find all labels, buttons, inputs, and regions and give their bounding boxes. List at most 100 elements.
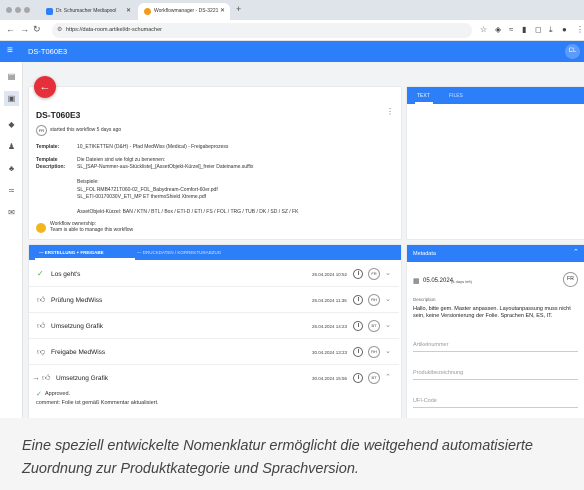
thumb-down-icon: 👎︎ <box>37 347 46 356</box>
produktbezeichnung-field[interactable]: Produktbezeichnung <box>413 370 578 380</box>
thumb-up-icon: 👍︎ <box>42 373 51 382</box>
step-row[interactable]: 👎︎ Freigabe MedWiss 30.04.2024 13:23 RH … <box>29 341 399 365</box>
window-dot[interactable] <box>15 7 21 13</box>
step-date: 30.04.2024 13:23 <box>312 350 348 355</box>
user-avatar[interactable]: CL <box>565 44 580 59</box>
group-icon[interactable]: ♣ <box>7 164 16 173</box>
forward-icon[interactable]: → <box>20 24 29 34</box>
back-icon[interactable]: ← <box>6 24 15 34</box>
shuffle-icon[interactable]: ≍ <box>7 186 16 195</box>
asset-codes: AssetObjekt-Kürzel: BAN / KTN / BTL / Bo… <box>77 209 299 215</box>
avatar: RH <box>368 346 380 358</box>
address-bar: ← → ↻ ⚙ https://data-room.artikel/dr-sch… <box>0 20 584 41</box>
browser-tab[interactable]: Dr. Schumacher Mediapool ✕ <box>40 3 136 20</box>
more-vert-icon[interactable]: ⋮ <box>386 107 394 116</box>
chevron-down-icon[interactable]: ⌄ <box>385 269 391 277</box>
browser-tab-bar: Dr. Schumacher Mediapool ✕ Workflowmanag… <box>0 0 584 20</box>
step-row-expanded[interactable]: → 👍︎ Umsetzung Grafik 30.04.2024 15:56 B… <box>29 367 399 391</box>
metadata-panel: Metadata ⌃ ▦ 05.05.2024 (4 days left) FR… <box>407 245 584 418</box>
step-row[interactable]: 👍︎ Prüfung MedWiss 25.04.2024 11:36 RH ⌄ <box>29 289 399 313</box>
example-line: SL_FOL RMB4721T060-02_FOL_Babydream-Comf… <box>77 187 218 193</box>
due-date: 05.05.2024 <box>423 278 454 284</box>
mail-icon[interactable]: ✉ <box>7 208 16 217</box>
url-text: https://data-room.artikel/dr-schumacher <box>66 27 162 33</box>
avatar: FR <box>368 268 380 280</box>
step-label: Prüfung MedWiss <box>51 297 103 304</box>
comment-status: Approved. <box>45 391 71 397</box>
workflow-steps-card: — ERSTELLUNG + FREIGABE — DRUCKDATEN / K… <box>29 245 401 418</box>
star-icon[interactable]: ☆ <box>480 25 487 34</box>
site-info-icon[interactable]: ⚙ <box>57 23 62 38</box>
step-row[interactable]: 👍︎ Umsetzung Grafik 26.04.2024 14:23 BT … <box>29 315 399 339</box>
reload-icon[interactable]: ↻ <box>33 24 41 35</box>
sidebar: ▤ ▣ ◆ ♟ ♣ ≍ ✉ <box>0 62 23 418</box>
menu-icon[interactable]: ≡ <box>7 45 13 56</box>
app-bar: ≡ DS-T060E3 CL <box>0 41 584 62</box>
person-icon[interactable]: ♟ <box>7 142 16 151</box>
extension-icon[interactable]: ▮ <box>522 25 526 34</box>
extension-icon[interactable]: ◈ <box>495 25 501 34</box>
step-label: Umsetzung Grafik <box>51 323 104 330</box>
ownership-text: Team is able to manage this workflow <box>50 227 134 233</box>
chevron-up-icon[interactable]: ⌃ <box>385 373 391 381</box>
thumb-up-icon: 👍︎ <box>37 295 46 304</box>
started-text: started this workflow 5 days ago <box>50 127 122 133</box>
text-files-panel: TEXT FILES <box>407 87 584 239</box>
tab-favicon-icon <box>46 8 53 15</box>
thumb-up-icon: 👍︎ <box>37 321 46 330</box>
clock-icon <box>353 321 363 331</box>
chevron-down-icon[interactable]: ⌄ <box>385 321 391 329</box>
artikelnummer-field[interactable]: Artikelnummer <box>413 342 578 352</box>
download-icon[interactable]: ⤓ <box>549 25 553 35</box>
tab-files[interactable]: FILES <box>449 93 463 99</box>
clock-icon <box>353 347 363 357</box>
browser-tab-active[interactable]: Workflowmanager - DS-3221 ✕ <box>138 3 230 20</box>
example-line: SL_ETI-00170030V_ETI_MP ET thermoShield … <box>77 194 207 200</box>
tab-text[interactable]: TEXT <box>417 93 430 99</box>
avatar: FR <box>36 125 47 136</box>
chevron-down-icon[interactable]: ⌄ <box>385 347 391 355</box>
browser-window: Dr. Schumacher Mediapool ✕ Workflowmanag… <box>0 0 584 418</box>
workflow-title: DS-T060E3 <box>36 110 81 120</box>
avatar: FR <box>563 272 578 287</box>
step-date: 25.04.2024 10:52 <box>312 272 348 277</box>
step-row[interactable]: ✓ Los geht's 25.04.2024 10:52 FR ⌄ <box>29 263 399 287</box>
metadata-header[interactable]: Metadata ⌃ <box>407 245 584 262</box>
chevron-up-icon[interactable]: ⌃ <box>573 248 579 256</box>
layers-icon[interactable]: ◆ <box>7 120 16 129</box>
menu-icon[interactable]: ⋮ <box>576 25 584 34</box>
ufi-code-field[interactable]: UFI-Code <box>413 398 578 408</box>
clock-icon <box>353 295 363 305</box>
close-icon[interactable]: ✕ <box>126 3 131 20</box>
tab-druckdaten[interactable]: — DRUCKDATEN / KORREKTURABZUG <box>137 250 221 255</box>
check-icon: ✓ <box>36 391 42 398</box>
clock-icon <box>353 373 363 383</box>
arrow-right-icon: → <box>32 373 40 382</box>
workflow-icon[interactable]: ▣ <box>4 91 19 106</box>
window-dot[interactable] <box>6 7 12 13</box>
profile-icon[interactable]: ● <box>562 25 567 34</box>
extension-icon[interactable]: ≈ <box>509 25 513 34</box>
inbox-icon[interactable]: ▤ <box>7 72 16 81</box>
chevron-down-icon[interactable]: ⌄ <box>385 295 391 303</box>
metadata-title: Metadata <box>413 251 436 257</box>
step-date: 25.04.2024 11:36 <box>312 298 347 303</box>
tab-favicon-icon <box>144 8 151 15</box>
window-dot[interactable] <box>24 7 30 13</box>
url-input[interactable]: ⚙ https://data-room.artikel/dr-schumache… <box>52 23 472 38</box>
tab-indicator <box>415 102 433 104</box>
app-title: DS-T060E3 <box>28 47 68 56</box>
tab-erstellung[interactable]: — ERSTELLUNG + FREIGABE <box>39 250 104 255</box>
calendar-icon: ▦ <box>413 278 420 285</box>
tab-label: DRUCKDATEN / KORREKTURABZUG <box>142 250 222 255</box>
step-label: Freigabe MedWiss <box>51 349 106 356</box>
close-icon[interactable]: ✕ <box>220 3 225 20</box>
description-label: Description <box>413 297 436 302</box>
tab-indicator <box>35 258 135 260</box>
example-label: Beispiele: <box>77 179 99 185</box>
extension-icon[interactable]: ◻ <box>535 25 542 34</box>
clock-icon <box>353 269 363 279</box>
back-fab-button[interactable]: ← <box>34 76 56 98</box>
description-text: Hallo, bitte gem. Master anpassen. Layou… <box>413 306 571 319</box>
new-tab-icon[interactable]: + <box>236 4 241 14</box>
